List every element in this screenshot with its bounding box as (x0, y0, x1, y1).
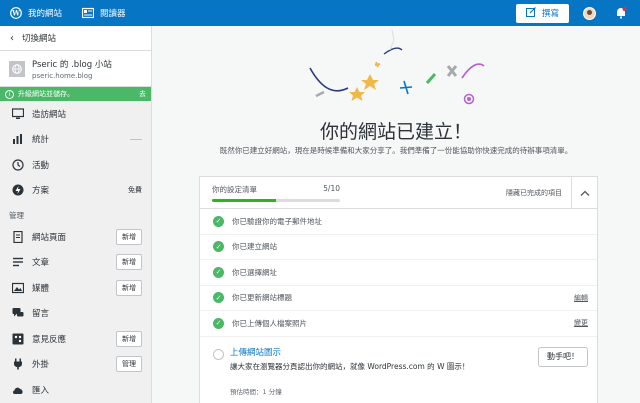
add-feedback-button[interactable]: 新增 (116, 330, 142, 347)
sidebar-item-label: 匯入 (32, 385, 50, 396)
chevron-up-icon (580, 190, 589, 196)
sidebar-item-comments[interactable]: 留言 (0, 301, 151, 327)
task-text: 你已選擇網址 (232, 267, 277, 277)
sidebar-item-label: 媒體 (32, 283, 50, 294)
reader-label: 閱讀器 (100, 9, 126, 19)
wordpress-logo-icon: W (10, 7, 22, 19)
checklist-progress-text: 5/10 (323, 183, 340, 193)
site-name: Pseric 的 .blog 小站 (32, 59, 112, 70)
checkmark-icon: ✓ (213, 241, 224, 253)
reader-icon (82, 7, 95, 19)
monitor-icon (12, 108, 24, 120)
pages-icon (12, 230, 24, 243)
write-button[interactable]: 撰寫 (515, 3, 569, 23)
svg-text:W: W (11, 9, 20, 18)
import-icon (12, 384, 24, 396)
write-label: 撰寫 (541, 9, 559, 19)
task-text: 你已上傳個人檔案照片 (232, 318, 307, 328)
hide-completed-link[interactable]: 隱藏已完成的項目 (506, 188, 571, 198)
checkmark-icon: ✓ (213, 266, 224, 278)
setup-checklist: 你的設定清單 5/10 隱藏已完成的項目 ✓ 你已驗證你的電子郵件地址 ✓ 你已… (199, 176, 598, 403)
sidebar-item-plans[interactable]: 方案 免費 (0, 178, 151, 204)
page-title: 你的網站已建立！ (319, 121, 472, 143)
manage-heading: 管理 (9, 210, 24, 220)
checklist-title: 你的設定清單 (212, 184, 257, 194)
task-estimated-time: 預估時間：1 分鐘 (230, 387, 282, 396)
my-site-link[interactable]: W 我的網站 (0, 0, 72, 26)
write-icon (525, 6, 536, 20)
task-site-title[interactable]: ✓ 你已更新網站標題 編輯 (200, 286, 597, 311)
sidebar-item-view-site[interactable]: 造訪網站 (0, 101, 151, 127)
sidebar-item-label: 外掛 (32, 360, 50, 371)
task-text: 你已驗證你的電子郵件地址 (232, 216, 322, 226)
task-create-site[interactable]: ✓ 你已建立網站 (200, 235, 597, 260)
plans-icon (12, 184, 24, 196)
notifications-bell-icon[interactable] (614, 6, 628, 20)
sidebar-item-label: 網站頁面 (32, 232, 67, 243)
reader-link[interactable]: 閱讀器 (72, 0, 136, 26)
sidebar-item-import[interactable]: 匯入 (0, 377, 151, 403)
checkmark-icon: ✓ (213, 292, 224, 304)
stats-icon (12, 133, 24, 145)
upgrade-go-link[interactable]: 去 (139, 89, 146, 99)
sidebar-item-pages[interactable]: 網站頁面 新增 (0, 224, 151, 250)
add-post-button[interactable]: 新增 (116, 254, 142, 271)
switch-site-label: 切換網站 (22, 34, 57, 44)
sidebar-item-label: 方案 (32, 186, 50, 197)
edit-site-title-link[interactable]: 編輯 (574, 293, 588, 303)
sidebar-item-posts[interactable]: 文章 新增 (0, 250, 151, 276)
task-profile-photo[interactable]: ✓ 你已上傳個人檔案照片 變更 (200, 311, 597, 337)
incomplete-circle-icon (213, 348, 224, 360)
media-icon (12, 282, 24, 294)
sidebar-item-label: 活動 (32, 160, 50, 171)
my-site-label: 我的網站 (28, 9, 63, 19)
add-page-button[interactable]: 新增 (116, 228, 142, 245)
task-text: 你已建立網站 (232, 242, 277, 252)
do-it-button[interactable]: 動手吧！ (538, 346, 588, 367)
site-globe-icon (9, 60, 25, 77)
sidebar-item-stats[interactable]: 統計 (0, 127, 151, 153)
checklist-header: 你的設定清單 5/10 隱藏已完成的項目 (200, 177, 597, 209)
task-choose-domain[interactable]: ✓ 你已選擇網址 (200, 260, 597, 286)
checkmark-icon: ✓ (213, 317, 224, 329)
add-media-button[interactable]: 新增 (116, 279, 142, 296)
sidebar-item-label: 統計 (32, 135, 50, 146)
posts-icon (12, 256, 24, 268)
sidebar-item-feedback[interactable]: 意見反應 新增 (0, 326, 151, 352)
sidebar-item-label: 造訪網站 (32, 109, 67, 120)
collapse-checklist-button[interactable] (571, 177, 597, 208)
switch-site-button[interactable]: ‹ 切換網站 (0, 26, 151, 51)
avatar[interactable] (583, 6, 596, 20)
upgrade-label: 升級網站並儲存。 (18, 90, 74, 98)
plugins-icon (12, 358, 24, 370)
sidebar-item-plugins[interactable]: 外掛 管理 (0, 352, 151, 378)
progress-fill (212, 198, 276, 202)
manage-plugins-button[interactable]: 管理 (116, 356, 142, 373)
comments-icon (12, 307, 24, 319)
main-content: 你的網站已建立！ 既然你已建立好網站，現在是時候準備和大家分享了。我們準備了一份… (152, 26, 640, 403)
chevron-left-icon: ‹ (10, 32, 14, 44)
sidebar: ‹ 切換網站 Pseric 的 .blog 小站 pseric.home.blo… (0, 26, 152, 403)
sidebar-item-label: 留言 (32, 309, 50, 320)
info-icon: i (5, 89, 14, 99)
checkmark-icon: ✓ (213, 215, 224, 227)
sidebar-item-label: 意見反應 (32, 334, 67, 345)
plan-badge: 免費 (128, 186, 142, 195)
feedback-icon (12, 333, 24, 345)
sidebar-item-media[interactable]: 媒體 新增 (0, 275, 151, 301)
activity-icon (12, 159, 24, 171)
task-verify-email[interactable]: ✓ 你已驗證你的電子郵件地址 (200, 209, 597, 235)
task-upload-site-icon[interactable]: 上傳網站圖示 讓大家在瀏覽器分頁認出你的網站，就像 WordPress.com … (200, 337, 597, 397)
stats-sparkline (130, 138, 142, 140)
change-profile-photo-link[interactable]: 變更 (574, 318, 588, 328)
page-subtitle: 既然你已建立好網站，現在是時候準備和大家分享了。我們準備了一份能協助你快速完成的… (219, 146, 573, 155)
task-text: 你已更新網站標題 (232, 293, 292, 303)
sidebar-item-label: 文章 (32, 258, 50, 269)
masterbar: W 我的網站 閱讀器 撰寫 (0, 0, 640, 26)
upgrade-nudge[interactable]: i 升級網站並儲存。 去 (0, 87, 151, 101)
site-url: pseric.home.blog (32, 71, 93, 80)
sidebar-item-activity[interactable]: 活動 (0, 152, 151, 178)
current-site-card[interactable]: Pseric 的 .blog 小站 pseric.home.blog (0, 51, 151, 87)
checklist-progress-bar (212, 198, 340, 202)
